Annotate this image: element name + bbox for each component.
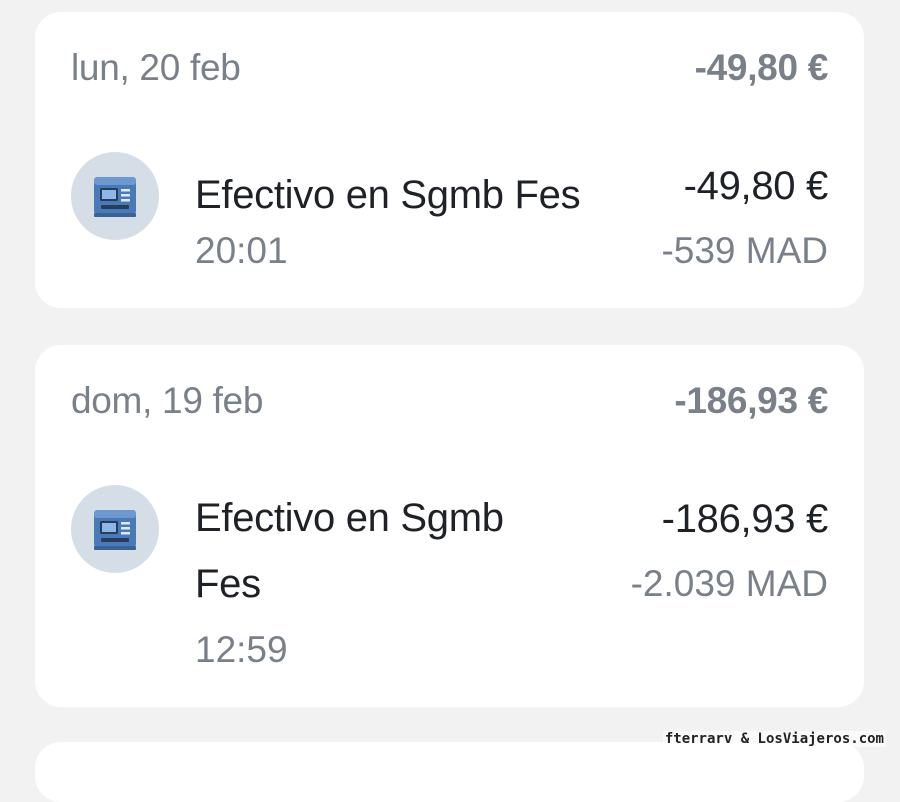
day-date: dom, 19 feb [71,380,264,421]
transaction-name: Efectivo en Sgmb Fes [195,496,504,606]
transaction-amount: -49,80 € [683,164,829,208]
day-group-card: dom, 19 feb -186,93 € Efectivo en Sgmb F… [35,345,864,707]
day-date: lun, 20 feb [71,47,241,88]
day-total: -186,93 € [674,380,828,421]
transaction-local-amount: -539 MAD [661,230,828,271]
transaction-local-amount: -2.039 MAD [630,563,828,604]
transaction-name: Efectivo en Sgmb Fes [195,173,581,217]
transaction-time: 20:01 [195,230,288,271]
day-group-card-partial [35,742,864,802]
transaction-amount: -186,93 € [661,497,829,541]
day-group-card: lun, 20 feb -49,80 € Efectivo en Sgmb Fe… [35,12,864,308]
day-header: dom, 19 feb -186,93 € [71,379,828,423]
day-header: lun, 20 feb -49,80 € [71,46,828,90]
day-total: -49,80 € [694,47,829,88]
watermark: fterrarv & LosViajeros.com [662,731,886,747]
atm-machine-icon [71,152,159,240]
atm-machine-icon [71,485,159,573]
transaction-time: 12:59 [195,629,288,670]
